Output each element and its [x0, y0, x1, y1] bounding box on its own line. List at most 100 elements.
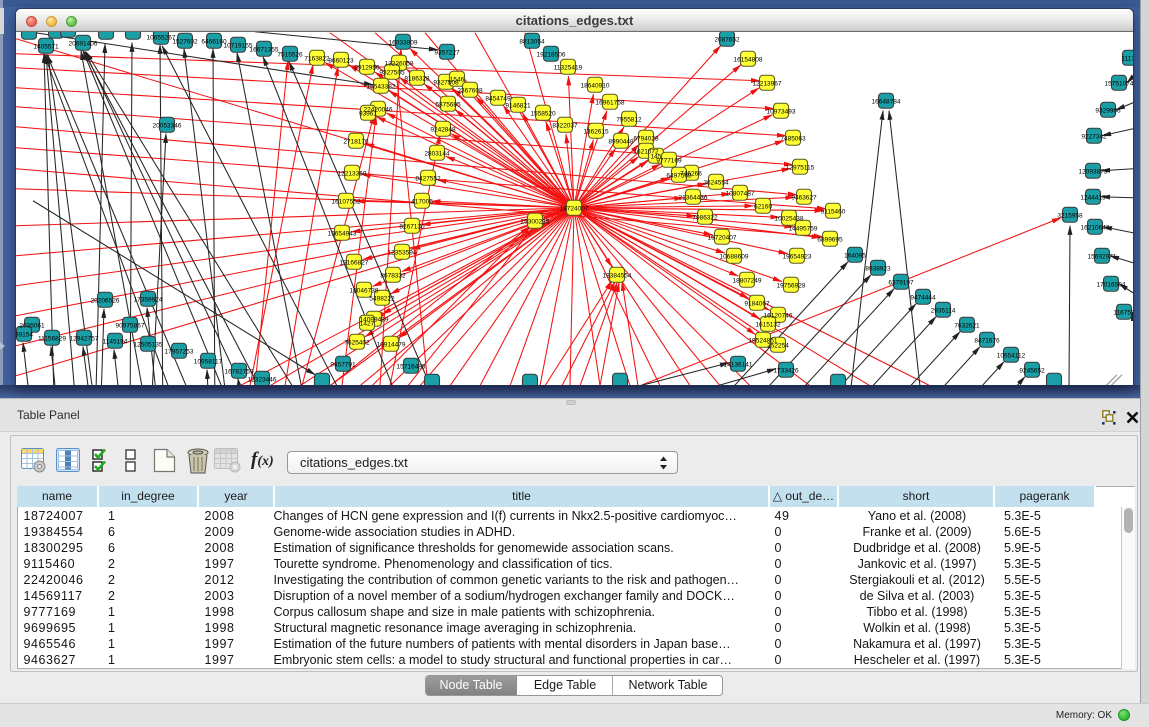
svg-text:8938923: 8938923	[865, 265, 891, 272]
svg-text:7515526: 7515526	[277, 51, 303, 58]
svg-text:116753: 116753	[1113, 309, 1133, 316]
svg-text:10958117: 10958117	[194, 358, 223, 365]
svg-text:7485063: 7485063	[780, 135, 806, 142]
svg-text:7986322: 7986322	[692, 214, 718, 221]
svg-text:10025438: 10025438	[775, 215, 804, 222]
svg-text:19654923: 19654923	[783, 253, 812, 260]
svg-text:6899695: 6899695	[817, 236, 843, 243]
svg-text:9227342: 9227342	[1081, 133, 1107, 140]
svg-text:10973493: 10973493	[767, 108, 796, 115]
svg-text:12323446: 12323446	[248, 376, 277, 383]
svg-text:11156829: 11156829	[38, 335, 66, 342]
svg-text:15716485: 15716485	[397, 363, 426, 370]
svg-text:9184067: 9184067	[744, 300, 770, 307]
svg-text:8427552: 8427552	[415, 175, 441, 182]
svg-text:21364436: 21364436	[679, 194, 708, 201]
svg-text:16671355: 16671355	[250, 46, 279, 53]
svg-text:9115460: 9115460	[821, 208, 846, 215]
svg-text:9245652: 9245652	[1019, 367, 1045, 374]
svg-text:3215958: 3215958	[1057, 212, 1083, 219]
svg-text:1244415: 1244415	[1080, 194, 1106, 201]
svg-text:2935114: 2935114	[931, 307, 956, 314]
svg-text:15720407: 15720407	[708, 234, 737, 241]
svg-text:6379197: 6379197	[888, 279, 914, 286]
svg-text:20691406: 20691406	[69, 40, 98, 47]
svg-text:2718176: 2718176	[343, 138, 369, 145]
svg-text:16154808: 16154808	[734, 56, 763, 63]
svg-text:9777169: 9777169	[656, 157, 682, 164]
svg-text:15751074: 15751074	[1105, 80, 1133, 87]
svg-text:16914479: 16914479	[377, 341, 406, 348]
svg-text:19654943: 19654943	[328, 230, 357, 237]
svg-text:6794028: 6794028	[633, 135, 659, 142]
svg-text:2087652: 2087652	[714, 36, 740, 43]
svg-text:252254: 252254	[767, 342, 789, 349]
svg-text:7955812: 7955812	[616, 116, 642, 123]
svg-text:16107552: 16107552	[332, 198, 361, 205]
svg-text:8678332: 8678332	[380, 272, 406, 279]
svg-text:12353594: 12353594	[388, 249, 417, 256]
svg-text:17957253: 17957253	[165, 348, 194, 355]
svg-text:19218506: 19218506	[537, 51, 566, 58]
svg-text:8813054: 8813054	[519, 38, 545, 45]
svg-text:1145194: 1145194	[103, 338, 128, 345]
svg-text:11325419: 11325419	[554, 64, 583, 71]
svg-text:8660123: 8660123	[328, 57, 354, 64]
svg-text:10719155: 10719155	[224, 42, 253, 49]
svg-text:39154: 39154	[16, 331, 33, 338]
svg-text:7625402: 7625402	[344, 339, 370, 346]
svg-text:15692971: 15692971	[1088, 253, 1117, 260]
svg-text:8186328: 8186328	[404, 75, 430, 82]
svg-text:8454749: 8454749	[485, 95, 511, 102]
svg-text:10688609: 10688609	[720, 253, 749, 260]
svg-text:1558520: 1558520	[530, 110, 556, 117]
svg-text:9146821: 9146821	[505, 102, 531, 109]
svg-text:16210643: 16210643	[1081, 224, 1110, 231]
svg-text:9463627: 9463627	[791, 194, 817, 201]
svg-text:8990448: 8990448	[608, 138, 634, 145]
svg-text:7632621: 7632621	[954, 322, 980, 329]
svg-text:11172: 11172	[1121, 55, 1133, 62]
svg-text:8912956: 8912956	[354, 64, 380, 71]
svg-text:2035061: 2035061	[19, 322, 45, 329]
svg-text:6497568: 6497568	[666, 172, 692, 179]
svg-text:16543382: 16543382	[367, 83, 396, 90]
svg-text:14495759: 14495759	[789, 225, 818, 232]
svg-text:16046738: 16046738	[350, 287, 379, 294]
svg-text:2803144: 2803144	[424, 150, 450, 157]
svg-text:90975867: 90975867	[116, 322, 145, 329]
svg-text:12093873: 12093873	[1079, 168, 1108, 175]
svg-text:8322037: 8322037	[552, 122, 578, 129]
svg-text:7163822: 7163822	[304, 55, 330, 62]
svg-text:164095: 164095	[844, 252, 866, 259]
svg-text:16782759: 16782759	[225, 368, 254, 375]
svg-text:9242848: 9242848	[430, 126, 456, 133]
svg-text:9327505: 9327505	[379, 69, 405, 76]
svg-text:9357227: 9357227	[434, 49, 460, 56]
svg-text:17359924: 17359924	[134, 296, 163, 303]
svg-text:62160: 62160	[754, 203, 772, 210]
svg-text:16033809: 16033809	[389, 39, 418, 46]
svg-text:12505135: 12505135	[134, 341, 163, 348]
svg-text:10807487: 10807487	[726, 190, 755, 197]
svg-text:8471676: 8471676	[974, 337, 1000, 344]
svg-text:417006: 417006	[411, 198, 433, 205]
svg-text:18807249: 18807249	[733, 277, 762, 284]
svg-text:3624554: 3624554	[703, 179, 729, 186]
svg-text:20206526: 20206526	[91, 297, 120, 304]
svg-text:5875685: 5875685	[435, 101, 461, 108]
svg-text:1362615: 1362615	[583, 128, 609, 135]
svg-text:12213369: 12213369	[338, 170, 367, 177]
svg-text:2367608: 2367608	[457, 87, 483, 94]
svg-text:25300215: 25300215	[521, 218, 550, 225]
svg-text:1527602: 1527602	[172, 38, 198, 45]
svg-text:12975115: 12975115	[786, 164, 815, 171]
svg-text:93961: 93961	[359, 110, 377, 117]
svg-text:10654112: 10654112	[997, 352, 1026, 359]
svg-text:16648784: 16648784	[872, 98, 901, 105]
svg-text:1427: 1427	[360, 320, 375, 327]
svg-text:19166827: 19166827	[340, 259, 369, 266]
svg-text:20053346: 20053346	[153, 122, 182, 129]
svg-text:1405571: 1405571	[33, 43, 59, 50]
svg-text:13226058: 13226058	[385, 60, 414, 67]
